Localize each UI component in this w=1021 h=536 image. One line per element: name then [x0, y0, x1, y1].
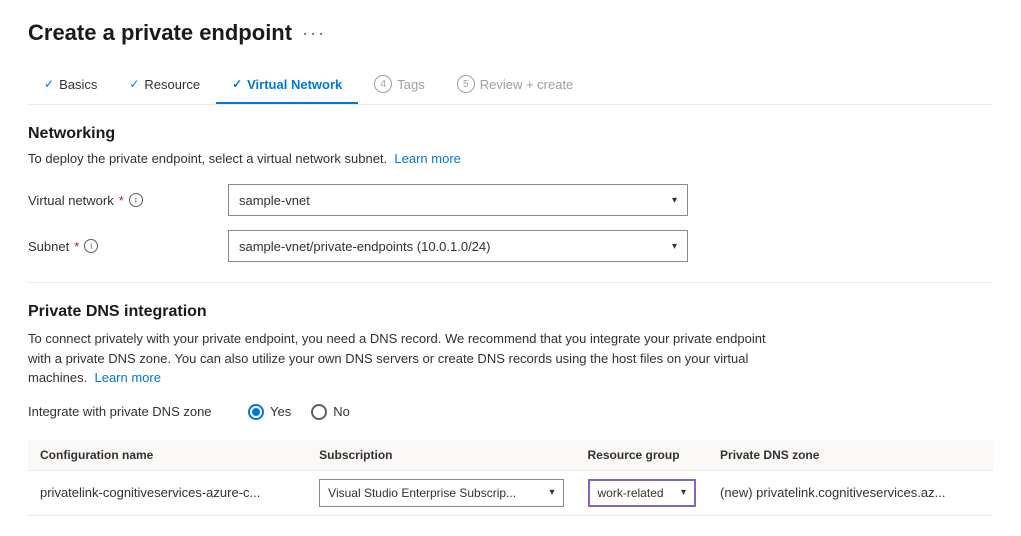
dns-learn-more-link[interactable]: Learn more: [94, 370, 160, 385]
resource-group-chevron-icon: ▾: [681, 487, 686, 498]
basics-check-icon: ✓: [44, 77, 54, 91]
virtual-network-label: Virtual network * i: [28, 193, 228, 208]
networking-section: Networking To deploy the private endpoin…: [28, 125, 993, 262]
subnet-value: sample-vnet/private-endpoints (10.0.1.0/…: [239, 239, 490, 254]
col-header-config-name: Configuration name: [28, 440, 307, 471]
virtual-network-value: sample-vnet: [239, 193, 310, 208]
resource-check-icon: ✓: [129, 77, 139, 91]
tags-step-circle: 4: [374, 75, 392, 93]
dns-table-header-row: Configuration name Subscription Resource…: [28, 440, 993, 471]
subnet-control: sample-vnet/private-endpoints (10.0.1.0/…: [228, 230, 688, 262]
tab-basics[interactable]: ✓ Basics: [28, 67, 113, 104]
virtual-network-row: Virtual network * i sample-vnet ▾: [28, 184, 993, 216]
dns-no-option[interactable]: No: [311, 404, 350, 420]
more-options-icon[interactable]: ···: [302, 23, 326, 44]
virtual-network-required: *: [119, 193, 124, 208]
tab-basics-label: Basics: [59, 77, 97, 92]
dns-table: Configuration name Subscription Resource…: [28, 440, 993, 516]
col-header-dns-zone: Private DNS zone: [708, 440, 993, 471]
subscription-value: Visual Studio Enterprise Subscrip...: [328, 486, 516, 500]
subnet-label: Subnet * i: [28, 239, 228, 254]
col-header-resource-group: Resource group: [576, 440, 709, 471]
tab-virtual-network-label: Virtual Network: [247, 77, 342, 92]
review-step-circle: 5: [457, 75, 475, 93]
networking-title: Networking: [28, 125, 993, 143]
dns-yes-radio-icon: [248, 404, 264, 420]
subnet-info-icon[interactable]: i: [84, 239, 98, 253]
dns-no-radio-icon: [311, 404, 327, 420]
networking-learn-more-link[interactable]: Learn more: [394, 151, 460, 166]
resource-group-value: work-related: [598, 486, 664, 500]
dns-no-label: No: [333, 404, 350, 419]
virtual-network-control: sample-vnet ▾: [228, 184, 688, 216]
networking-desc-text: To deploy the private endpoint, select a…: [28, 151, 387, 166]
dns-yes-option[interactable]: Yes: [248, 404, 291, 420]
tab-review-create[interactable]: 5 Review + create: [441, 65, 590, 105]
cell-subscription: Visual Studio Enterprise Subscrip... ▾: [307, 470, 575, 515]
dns-section: Private DNS integration To connect priva…: [28, 303, 993, 516]
dns-integrate-row: Integrate with private DNS zone Yes No: [28, 404, 993, 420]
section-divider: [28, 282, 993, 283]
page-title: Create a private endpoint: [28, 20, 292, 46]
tab-resource[interactable]: ✓ Resource: [113, 67, 216, 104]
subscription-chevron-icon: ▾: [549, 487, 554, 498]
cell-resource-group: work-related ▾: [576, 470, 709, 515]
subnet-required: *: [74, 239, 79, 254]
dns-desc: To connect privately with your private e…: [28, 329, 788, 388]
tab-tags-label: Tags: [397, 77, 424, 92]
subnet-select[interactable]: sample-vnet/private-endpoints (10.0.1.0/…: [228, 230, 688, 262]
cell-config-name: privatelink-cognitiveservices-azure-c...: [28, 470, 307, 515]
subnet-row: Subnet * i sample-vnet/private-endpoints…: [28, 230, 993, 262]
table-row: privatelink-cognitiveservices-azure-c...…: [28, 470, 993, 515]
dns-title: Private DNS integration: [28, 303, 993, 321]
tab-review-create-label: Review + create: [480, 77, 574, 92]
dns-integrate-label: Integrate with private DNS zone: [28, 404, 228, 419]
main-content: Networking To deploy the private endpoin…: [28, 105, 993, 516]
tab-resource-label: Resource: [144, 77, 200, 92]
dns-yes-label: Yes: [270, 404, 291, 419]
col-header-subscription: Subscription: [307, 440, 575, 471]
dns-radio-options: Yes No: [248, 404, 350, 420]
networking-desc: To deploy the private endpoint, select a…: [28, 151, 993, 166]
page-title-row: Create a private endpoint ···: [28, 20, 993, 46]
tab-virtual-network[interactable]: ✓ Virtual Network: [216, 67, 358, 104]
tab-tags[interactable]: 4 Tags: [358, 65, 440, 105]
resource-group-select[interactable]: work-related ▾: [588, 479, 697, 507]
virtual-network-info-icon[interactable]: i: [129, 193, 143, 207]
cell-dns-zone: (new) privatelink.cognitiveservices.az..…: [708, 470, 993, 515]
virtual-network-check-icon: ✓: [232, 77, 242, 91]
virtual-network-chevron-icon: ▾: [672, 195, 677, 206]
subnet-chevron-icon: ▾: [672, 241, 677, 252]
wizard-tabs: ✓ Basics ✓ Resource ✓ Virtual Network 4 …: [28, 64, 993, 105]
subscription-select[interactable]: Visual Studio Enterprise Subscrip... ▾: [319, 479, 563, 507]
virtual-network-select[interactable]: sample-vnet ▾: [228, 184, 688, 216]
